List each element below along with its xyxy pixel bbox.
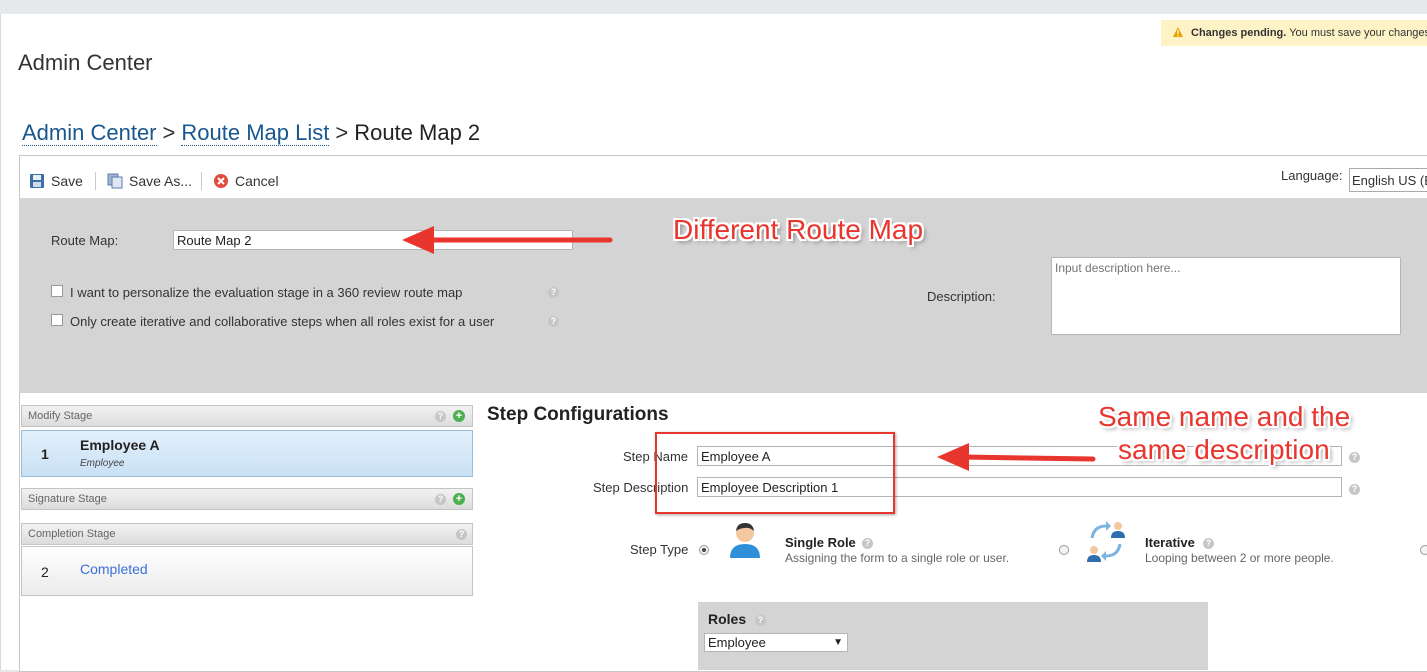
warning-icon bbox=[1173, 27, 1183, 37]
iterative-radio[interactable] bbox=[1059, 545, 1069, 555]
changes-pending-banner: Changes pending. You must save your chan… bbox=[1161, 20, 1427, 46]
collaborative-radio[interactable] bbox=[1420, 545, 1427, 555]
iterative-users-icon bbox=[1087, 521, 1125, 562]
help-icon[interactable]: ? bbox=[435, 494, 446, 505]
add-step-icon[interactable]: + bbox=[453, 493, 465, 505]
personalize-360-label: I want to personalize the evaluation sta… bbox=[70, 285, 463, 300]
step-name: Employee A bbox=[80, 437, 160, 453]
annotation-same-name-line1: Same name and the bbox=[1098, 401, 1351, 432]
help-icon[interactable]: ? bbox=[548, 287, 559, 298]
save-label: Save bbox=[51, 173, 83, 189]
cancel-button[interactable]: Cancel bbox=[213, 171, 279, 191]
save-as-button[interactable]: Save As... bbox=[107, 171, 192, 191]
single-role-description: Assigning the form to a single role or u… bbox=[785, 551, 1010, 565]
annotation-different-route-map: Different Route Map bbox=[673, 214, 924, 245]
breadcrumb: Admin Center > Route Map List > Route Map 2 bbox=[22, 120, 480, 146]
route-map-label: Route Map: bbox=[51, 233, 119, 248]
signature-stage-title: Signature Stage bbox=[28, 493, 107, 505]
step-number: 1 bbox=[41, 446, 49, 462]
pending-strong: Changes pending. bbox=[1191, 27, 1287, 39]
help-icon[interactable]: ? bbox=[755, 615, 766, 626]
save-as-label: Save As... bbox=[129, 173, 193, 189]
breadcrumb-admin-center[interactable]: Admin Center bbox=[22, 120, 157, 146]
breadcrumb-separator: > bbox=[162, 120, 176, 145]
cancel-icon bbox=[214, 174, 228, 188]
help-icon[interactable]: ? bbox=[456, 529, 467, 540]
description-label: Description: bbox=[927, 289, 996, 304]
floppy-disk-icon bbox=[30, 174, 44, 188]
roles-select[interactable]: Employee ▼ bbox=[704, 633, 848, 652]
annotation-same-name-line2: same description bbox=[1118, 434, 1330, 465]
add-step-icon[interactable]: + bbox=[453, 410, 465, 422]
description-textarea[interactable] bbox=[1051, 257, 1401, 335]
roles-label: Roles bbox=[708, 611, 747, 627]
completion-stage-header: Completion Stage bbox=[21, 523, 473, 545]
iterative-description: Looping between 2 or more people. bbox=[1145, 551, 1334, 565]
single-role-radio[interactable] bbox=[699, 545, 709, 555]
breadcrumb-route-map-list[interactable]: Route Map List bbox=[181, 120, 330, 146]
step-role: Employee bbox=[80, 458, 125, 469]
annotation-arrow-left bbox=[402, 226, 613, 254]
annotation-highlight-box bbox=[655, 432, 895, 514]
iterative-roles-checkbox[interactable] bbox=[51, 314, 63, 326]
help-icon[interactable]: ? bbox=[1203, 538, 1214, 549]
toolbar-divider bbox=[95, 172, 96, 190]
breadcrumb-current: Route Map 2 bbox=[354, 120, 481, 145]
modify-stage-header: Modify Stage bbox=[21, 405, 473, 427]
step-type-label: Step Type bbox=[630, 542, 689, 557]
copy-icon bbox=[107, 173, 123, 189]
step-config-title: Step Configurations bbox=[487, 404, 669, 425]
help-icon[interactable]: ? bbox=[548, 316, 559, 327]
language-label: Language: bbox=[1281, 168, 1343, 183]
cancel-label: Cancel bbox=[235, 173, 279, 189]
toolbar-divider bbox=[201, 172, 202, 190]
step-number: 2 bbox=[41, 564, 49, 580]
breadcrumb-separator: > bbox=[335, 120, 349, 145]
signature-stage-header: Signature Stage bbox=[21, 488, 473, 510]
modify-stage-title: Modify Stage bbox=[28, 410, 93, 422]
help-icon[interactable]: ? bbox=[1349, 452, 1360, 463]
dropdown-arrow-icon: ▼ bbox=[833, 637, 843, 648]
annotation-arrow-left bbox=[937, 443, 1096, 471]
single-role-title: Single Role bbox=[785, 535, 856, 550]
save-button[interactable]: Save bbox=[29, 171, 83, 191]
iterative-title: Iterative bbox=[1145, 535, 1195, 550]
help-icon[interactable]: ? bbox=[862, 538, 873, 549]
iterative-roles-label: Only create iterative and collaborative … bbox=[70, 314, 495, 329]
completion-stage-title: Completion Stage bbox=[28, 528, 116, 540]
roles-selected-value: Employee bbox=[708, 635, 766, 650]
help-icon[interactable]: ? bbox=[1349, 484, 1360, 495]
personalize-360-checkbox[interactable] bbox=[51, 285, 63, 297]
language-select[interactable]: English US (E bbox=[1349, 168, 1427, 192]
pending-text: You must save your changes bbox=[1286, 27, 1427, 39]
app-title: Admin Center bbox=[18, 50, 153, 75]
help-icon[interactable]: ? bbox=[435, 411, 446, 422]
single-user-icon bbox=[730, 523, 760, 558]
step-name-completed[interactable]: Completed bbox=[80, 561, 148, 577]
